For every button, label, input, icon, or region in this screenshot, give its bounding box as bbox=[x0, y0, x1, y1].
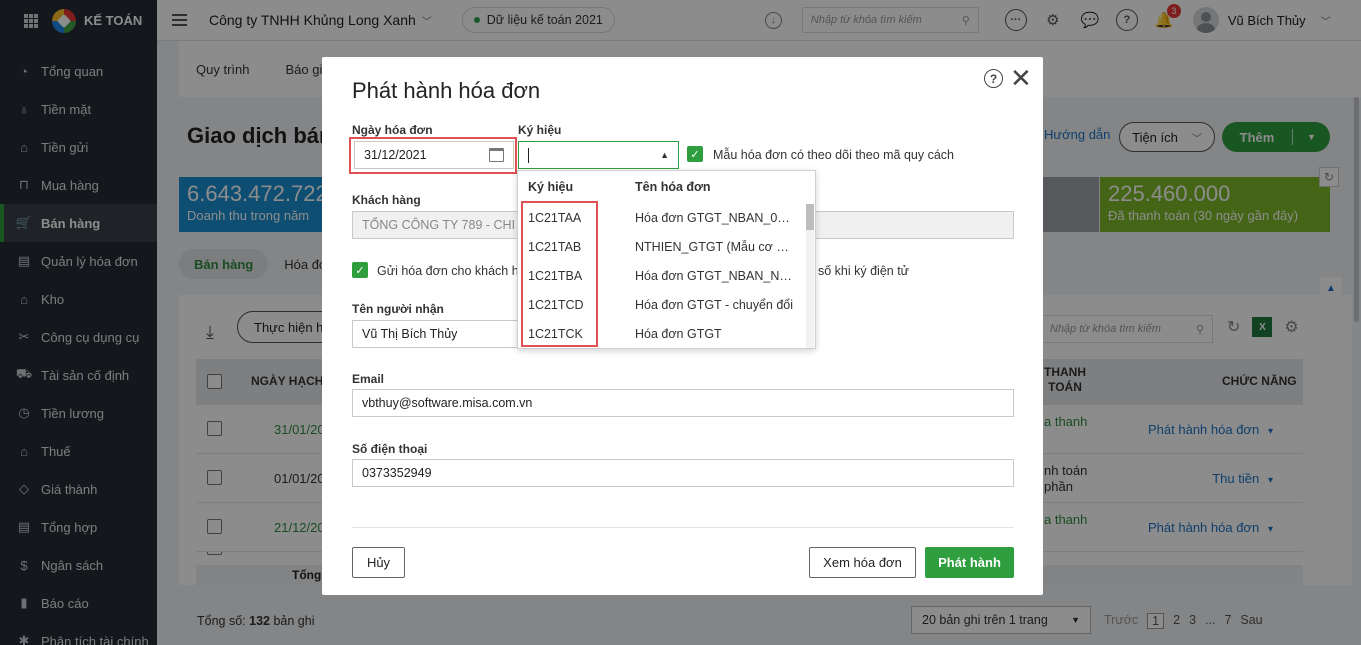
email-label: Email bbox=[352, 372, 385, 386]
invoice-date-label: Ngày hóa đơn bbox=[352, 123, 433, 137]
recipient-value: Vũ Thị Bích Thủy bbox=[362, 327, 458, 341]
cancel-button[interactable]: Hủy bbox=[352, 547, 405, 578]
dropdown-col-name: Tên hóa đơn bbox=[635, 180, 711, 194]
send-invoice-label: Gửi hóa đơn cho khách hà bbox=[377, 264, 526, 278]
dialog-title: Phát hành hóa đơn bbox=[352, 78, 541, 103]
help-icon[interactable]: ? bbox=[984, 69, 1003, 88]
symbol-combobox[interactable]: ▲ bbox=[518, 141, 679, 169]
dropdown-header: Ký hiệu Tên hóa đơn bbox=[518, 171, 815, 203]
issue-button[interactable]: Phát hành bbox=[925, 547, 1014, 578]
highlight-box bbox=[521, 201, 598, 347]
phone-field[interactable]: 0373352949 bbox=[352, 459, 1014, 487]
customer-label: Khách hàng bbox=[352, 193, 421, 207]
phone-label: Số điện thoại bbox=[352, 442, 428, 456]
symbol-label: Ký hiệu bbox=[518, 123, 562, 137]
track-spec-checkbox[interactable]: ✓ bbox=[687, 146, 703, 162]
divider bbox=[352, 527, 1014, 528]
caret-up-icon[interactable]: ▲ bbox=[660, 150, 669, 160]
dropdown-col-symbol: Ký hiệu bbox=[528, 180, 574, 194]
text-cursor bbox=[528, 147, 529, 163]
invoice-date-value: 31/12/2021 bbox=[364, 148, 427, 162]
send-invoice-checkbox[interactable]: ✓ bbox=[352, 262, 368, 278]
option-name: Hóa đơn GTGT bbox=[635, 326, 722, 341]
option-name: NTHIEN_GTGT (Mẫu cơ bản ... bbox=[635, 239, 812, 254]
phone-value: 0373352949 bbox=[362, 466, 432, 480]
close-icon[interactable]: ✕ bbox=[1010, 65, 1032, 91]
dropdown-scrollbar[interactable] bbox=[806, 204, 814, 348]
track-spec-label: Mẫu hóa đơn có theo dõi theo mã quy cách bbox=[713, 148, 954, 162]
email-value: vbthuy@software.misa.com.vn bbox=[362, 396, 533, 410]
invoice-date-input[interactable]: 31/12/2021 bbox=[354, 141, 514, 169]
customer-value: TỔNG CÔNG TY 789 - CHI NH bbox=[362, 218, 537, 232]
view-invoice-button[interactable]: Xem hóa đơn bbox=[809, 547, 916, 578]
recipient-label: Tên người nhận bbox=[352, 302, 444, 316]
calendar-icon[interactable] bbox=[489, 148, 504, 162]
option-name: Hóa đơn GTGT_NBAN_Nhiề... bbox=[635, 268, 807, 283]
send-invoice-label-suffix: số khi ký điện tử bbox=[818, 264, 910, 278]
option-name: Hóa đơn GTGT - chuyển đổi bbox=[635, 297, 794, 312]
recipient-input[interactable]: Vũ Thị Bích Thủy bbox=[352, 320, 522, 348]
email-field[interactable]: vbthuy@software.misa.com.vn bbox=[352, 389, 1014, 417]
option-name: Hóa đơn GTGT_NBAN_0712... bbox=[635, 210, 809, 225]
